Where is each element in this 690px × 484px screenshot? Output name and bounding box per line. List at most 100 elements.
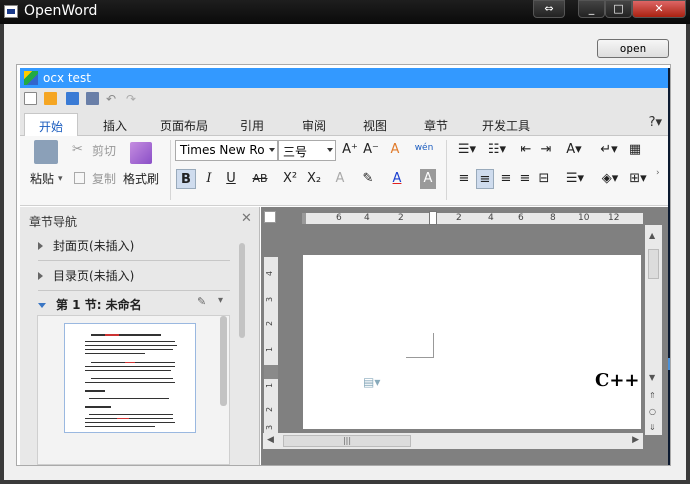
font-size-select[interactable]: 三号 [278,140,336,161]
underline-button[interactable]: U [222,169,240,189]
app-icon [4,5,18,18]
align-right-icon[interactable]: ≡ [498,169,514,189]
ruler-number: 1 [265,346,275,353]
numbering-icon[interactable]: ☷▾ [482,140,512,160]
bold-button[interactable]: B [176,169,196,189]
prev-page-icon[interactable]: ⇑ [649,391,656,400]
document-text[interactable]: C++ [595,370,640,391]
tab-view[interactable]: 视图 [363,117,387,134]
justify-icon[interactable]: ≡ [517,169,533,189]
edit-icon[interactable]: ✎ [197,295,206,308]
side-tab[interactable] [668,358,670,370]
font-family-select[interactable]: Times New Ro [175,140,278,161]
paste-dropdown-icon[interactable]: ▾ [58,174,63,184]
divider [446,140,447,200]
divider [38,260,230,261]
copy-button[interactable]: 复制 [92,170,116,187]
horizontal-scrollbar[interactable]: ◀ ||| ▶ [263,433,643,449]
strikethrough-button[interactable]: AB [248,169,272,189]
redo-icon[interactable]: ↷ [126,92,140,106]
table-icon[interactable]: ▦ [626,140,644,160]
scroll-right-icon[interactable]: ▶ [632,435,639,445]
indent-marker[interactable] [429,211,437,225]
ruler-number: 4 [488,213,494,223]
font-color-icon[interactable]: A [389,169,405,189]
nav-item-cover[interactable]: 封面页(未插入) [38,237,134,254]
open-folder-icon[interactable] [44,92,57,105]
ruler-number: 12 [608,213,620,223]
thumbnail-scrollbar[interactable] [220,316,227,406]
scroll-left-icon[interactable]: ◀ [267,435,274,445]
text-effect-icon[interactable]: A [332,169,348,189]
align-center-icon[interactable]: ≡ [476,169,494,189]
close-button[interactable]: ✕ [632,0,686,18]
superscript-button[interactable]: X² [279,169,301,189]
paste-button[interactable]: 粘贴 [30,170,54,187]
nav-item-toc[interactable]: 目录页(未插入) [38,267,134,284]
cut-button[interactable]: 剪切 [92,142,116,159]
bullets-icon[interactable]: ☰▾ [452,140,482,160]
paste-options-icon[interactable]: ▤▾ [363,375,380,389]
ruler-number: 10 [578,213,590,223]
clear-format-icon[interactable]: A [386,140,404,160]
scroll-right-icon[interactable]: › [656,168,660,178]
line-break-icon[interactable]: ↵▾ [598,140,620,160]
borders-icon[interactable]: ⊞▾ [626,169,650,189]
subscript-button[interactable]: X₂ [303,169,325,189]
scroll-up-icon[interactable]: ▲ [649,231,655,240]
page-thumbnail[interactable] [64,323,196,433]
decrease-indent-icon[interactable]: ⇤ [518,140,534,160]
tab-insert[interactable]: 插入 [103,117,127,134]
format-painter-button[interactable]: 格式刷 [123,170,159,187]
help-label: ? [648,115,656,130]
divider [38,290,230,291]
italic-button[interactable]: I [200,169,218,189]
new-doc-icon[interactable] [24,92,37,105]
tab-home[interactable]: 开始 [24,113,79,137]
align-left-icon[interactable]: ≡ [456,169,472,189]
cut-icon[interactable]: ✂ [72,142,83,157]
nav-scrollbar[interactable] [239,243,245,338]
shading-icon[interactable]: ◈▾ [596,169,624,189]
horizontal-scroll-thumb[interactable]: ||| [283,435,411,447]
tab-sections[interactable]: 章节 [424,117,448,134]
font-size-adjust-icon[interactable]: A▾ [562,140,586,160]
char-shading-icon[interactable]: A [420,169,436,189]
vertical-scroll-thumb[interactable] [648,249,659,279]
line-spacing-icon[interactable]: ☰▾ [562,169,588,189]
maximize-button[interactable]: □ [605,0,632,18]
tab-references[interactable]: 引用 [240,117,264,134]
paste-icon[interactable] [34,140,58,164]
tab-developer[interactable]: 开发工具 [482,117,530,134]
select-browse-icon[interactable]: ○ [649,407,656,416]
scroll-down-icon[interactable]: ▼ [649,373,655,382]
tab-page-layout[interactable]: 页面布局 [160,117,208,134]
shrink-font-icon[interactable]: A⁻ [362,140,380,160]
increase-indent-icon[interactable]: ⇥ [538,140,554,160]
nav-item-section1[interactable]: 第 1 节: 未命名 [38,296,142,313]
undo-icon[interactable]: ↶ [106,92,120,106]
resize-button[interactable]: ⇔ [533,0,565,18]
tab-review[interactable]: 审阅 [302,117,326,134]
section-menu-icon[interactable]: ▾ [218,295,223,306]
highlight-icon[interactable]: ✎ [358,169,378,189]
document-page[interactable]: ▤▾ C++ [303,255,641,429]
save-icon[interactable] [66,92,79,105]
nav-close-icon[interactable]: ✕ [241,211,252,226]
next-page-icon[interactable]: ⇓ [649,423,656,432]
print-icon[interactable] [86,92,99,105]
copy-icon[interactable] [74,172,85,184]
grow-font-icon[interactable]: A⁺ [341,140,359,160]
pinyin-icon[interactable]: wén [412,138,436,158]
vertical-scrollbar[interactable]: ▲ ▼ ⇑ ○ ⇓ [645,225,662,435]
open-button[interactable]: open [597,39,669,58]
format-painter-icon[interactable] [130,142,152,164]
ruler-toggle-icon[interactable] [264,211,276,223]
minimize-button[interactable]: _ [578,0,605,18]
nav-item-label: 封面页(未插入) [53,239,135,253]
horizontal-ruler: 6 4 2 2 4 6 8 10 12 [302,211,643,225]
ruler-number: 2 [265,406,275,413]
help-icon[interactable]: ?▾ [649,115,662,130]
distribute-icon[interactable]: ⊟ [536,169,552,189]
ocx-title: ocx test [43,71,91,85]
